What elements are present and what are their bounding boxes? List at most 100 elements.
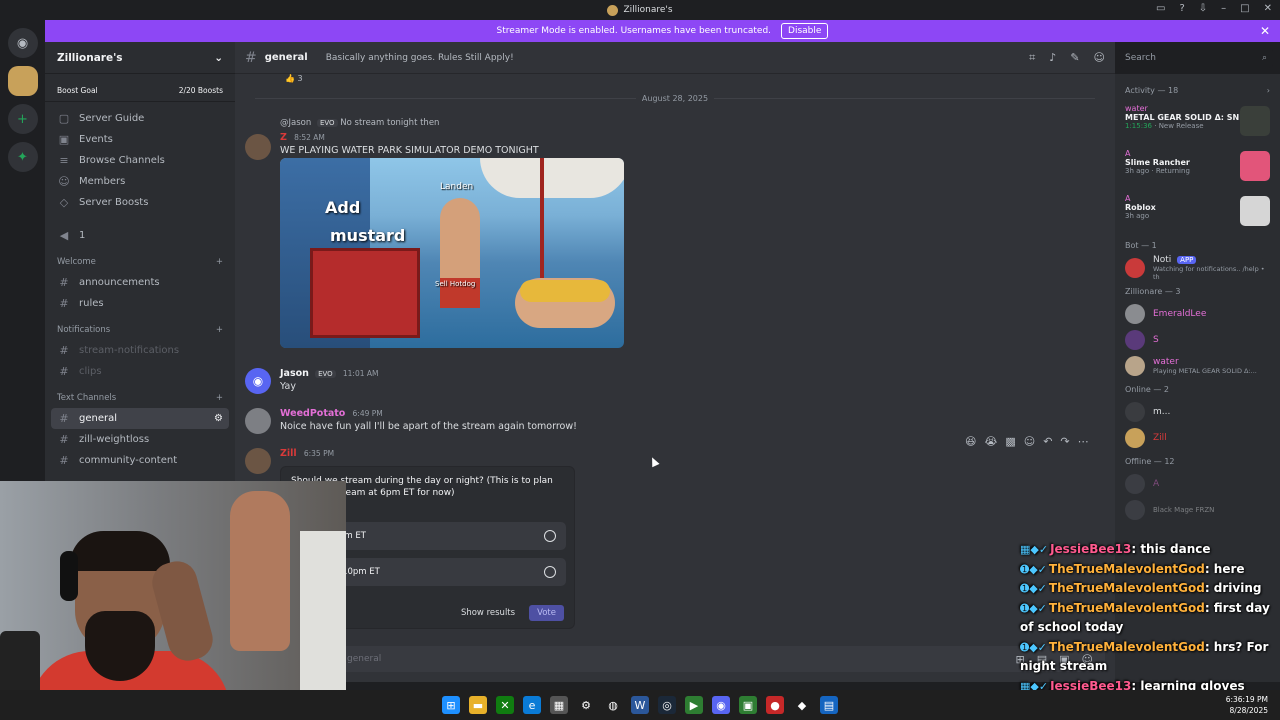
system-clock[interactable]: 6:36:19 PM 8/28/2025 — [1226, 694, 1268, 716]
server-header[interactable]: Zillionare's ⌄ — [45, 42, 235, 74]
activity-card[interactable]: A Slime Rancher 3h ago · Returning — [1115, 145, 1280, 190]
nav-server-guide[interactable]: ▢ Server Guide — [45, 108, 235, 129]
download-icon[interactable]: ⇩ — [1199, 3, 1207, 14]
stream-chat-message: ▦◆✓ JessieBee13: this dance — [1020, 542, 1211, 556]
record-icon[interactable]: ● — [766, 696, 784, 714]
word-icon[interactable]: W — [631, 696, 649, 714]
start-icon[interactable]: ⊞ — [442, 696, 460, 714]
add-server-icon[interactable]: + — [7, 104, 38, 134]
nav-members[interactable]: ☺ Members — [45, 171, 235, 192]
boost-icon: ◇ — [59, 196, 69, 209]
close-button[interactable]: ✕ — [1264, 3, 1272, 14]
member-item[interactable]: S — [1115, 327, 1280, 353]
discord-icon[interactable]: ◉ — [712, 696, 730, 714]
server-zillionares-icon[interactable] — [7, 66, 38, 96]
add-reaction-icon[interactable]: ☺ — [1024, 435, 1035, 448]
boost-goal[interactable]: Boost Goal 2/20 Boosts — [45, 80, 235, 102]
member-item[interactable]: Noti APP Watching for notifications.. /he… — [1115, 255, 1280, 281]
channel-community-content[interactable]: # community-content — [45, 450, 235, 471]
avatar[interactable] — [245, 448, 271, 474]
maximize-button[interactable]: □ — [1240, 3, 1249, 14]
member-item[interactable]: Black Mage FRZN — [1115, 497, 1280, 523]
author-name[interactable]: Jason — [280, 368, 309, 379]
minimize-button[interactable]: – — [1221, 3, 1226, 14]
member-item[interactable]: water Playing METAL GEAR SOLID Δ:... — [1115, 353, 1280, 379]
category-notifications[interactable]: Notifications + — [45, 320, 235, 340]
activity-header[interactable]: Activity — 18 › — [1115, 80, 1280, 100]
avatar[interactable]: ◉ — [245, 368, 271, 394]
voice-channel[interactable]: ◀ 1 — [45, 225, 235, 246]
hash-icon: # — [245, 49, 257, 66]
activity-card[interactable]: water METAL GEAR SOLID Δ: SN... 1:15:36 … — [1115, 100, 1280, 145]
notepad-icon[interactable]: ▤ — [820, 696, 838, 714]
channel-zill-weightloss[interactable]: # zill-weightloss — [45, 429, 235, 450]
add-channel-icon[interactable]: + — [216, 325, 223, 335]
obs-icon[interactable]: ◍ — [604, 696, 622, 714]
discord-home-icon[interactable]: ◉ — [7, 28, 38, 58]
add-channel-icon[interactable]: + — [216, 257, 223, 267]
avatar[interactable] — [245, 134, 271, 160]
member-item[interactable]: m... — [1115, 399, 1280, 425]
author-name[interactable]: Zill — [280, 448, 297, 459]
edge-icon[interactable]: e — [523, 696, 541, 714]
more-icon[interactable]: ⋯ — [1078, 435, 1089, 448]
add-channel-icon[interactable]: + — [216, 393, 223, 403]
pin-icon[interactable]: ✎ — [1070, 51, 1079, 65]
nav-browse-channels[interactable]: ≡ Browse Channels — [45, 150, 235, 171]
radio-icon[interactable] — [544, 530, 556, 542]
reaction-laugh-icon[interactable]: 😆 — [965, 435, 976, 448]
nav-events[interactable]: ▣ Events — [45, 129, 235, 150]
disable-button[interactable]: Disable — [781, 23, 829, 39]
calculator-icon[interactable]: ▦ — [550, 696, 568, 714]
settings-gear-icon[interactable]: ⚙ — [214, 413, 223, 424]
author-name[interactable]: WeedPotato — [280, 408, 345, 419]
inbox-icon[interactable]: ▭ — [1156, 3, 1165, 14]
show-results-button[interactable]: Show results — [461, 608, 515, 618]
member-item[interactable]: A — [1115, 471, 1280, 497]
stream-chat-overlay: ▦◆✓ JessieBee13: this dance ➊◆✓ TheTrueMal… — [1020, 540, 1280, 696]
threads-icon[interactable]: ⌗ — [1029, 51, 1035, 65]
avatar[interactable] — [245, 408, 271, 434]
channel-stream-notifications[interactable]: # stream-notifications — [45, 340, 235, 361]
bell-icon[interactable]: ♪ — [1049, 51, 1056, 65]
settings-icon[interactable]: ⚙ — [577, 696, 595, 714]
category-bot: Bot — 1 — [1125, 240, 1157, 250]
search-input[interactable]: Search ⌕ — [1119, 48, 1273, 68]
channel-clips[interactable]: # clips — [45, 361, 235, 382]
channel-rules[interactable]: # rules — [45, 293, 235, 314]
discover-icon[interactable]: ✦ — [7, 142, 38, 172]
chat-app-icon[interactable]: ▣ — [739, 696, 757, 714]
message-input[interactable]: general ⊞ ▤ ▣ ☺ — [245, 646, 1105, 672]
xbox-icon[interactable]: ✕ — [496, 696, 514, 714]
member-item[interactable]: EmeraldLee — [1115, 301, 1280, 327]
reaction-sticker-icon[interactable]: ▩ — [1005, 435, 1015, 448]
nav-server-boosts[interactable]: ◇ Server Boosts — [45, 192, 235, 213]
reply-icon[interactable]: ↶ — [1043, 435, 1052, 448]
member-item[interactable]: Zill — [1115, 425, 1280, 451]
reaction-chip[interactable]: 👍 3 — [285, 74, 303, 83]
webcam-person-beard — [85, 611, 155, 681]
channel-topic[interactable]: Basically anything goes. Rules Still App… — [326, 53, 514, 63]
attached-image[interactable]: Add mustard Landen Sell Hotdog — [280, 158, 624, 348]
message-text: Yay — [280, 381, 296, 392]
diamond-app-icon[interactable]: ◆ — [793, 696, 811, 714]
activity-card[interactable]: A Roblox 3h ago — [1115, 190, 1280, 235]
forward-icon[interactable]: ↷ — [1060, 435, 1069, 448]
banner-close-icon[interactable]: ✕ — [1260, 24, 1270, 38]
message-text: WE PLAYING WATER PARK SIMULATOR DEMO TON… — [280, 145, 539, 156]
channel-announcements[interactable]: # announcements — [45, 272, 235, 293]
file-explorer-icon[interactable]: ▬ — [469, 696, 487, 714]
timestamp: 6:49 PM — [352, 409, 383, 418]
reply-preview[interactable]: @Jason EVO No stream tonight then — [280, 118, 439, 128]
vote-button[interactable]: Vote — [529, 605, 564, 621]
channel-general[interactable]: # general ⚙ — [51, 408, 229, 429]
steam-icon[interactable]: ◎ — [658, 696, 676, 714]
play-icon[interactable]: ▶ — [685, 696, 703, 714]
help-icon[interactable]: ? — [1179, 3, 1184, 14]
reaction-sob-icon[interactable]: 😭 — [984, 435, 997, 448]
category-text-channels[interactable]: Text Channels + — [45, 388, 235, 408]
category-welcome[interactable]: Welcome + — [45, 252, 235, 272]
radio-icon[interactable] — [544, 566, 556, 578]
author-name[interactable]: Z — [280, 132, 287, 143]
member-list-icon[interactable]: ☺ — [1094, 51, 1105, 65]
